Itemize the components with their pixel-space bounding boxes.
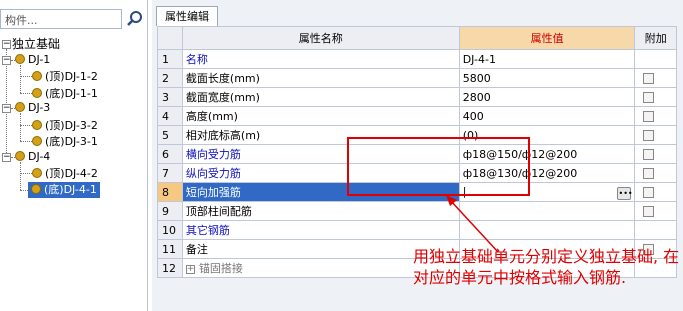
row-number-header (157, 26, 183, 50)
gear-icon (15, 54, 25, 64)
property-name-label: 截面长度(mm) (185, 72, 260, 85)
property-name: 其它钢筋 (181, 220, 460, 240)
append-checkbox[interactable] (643, 149, 655, 160)
property-value[interactable]: DJ-4-1 (458, 49, 636, 69)
property-name-label: 纵向受力筋 (185, 167, 241, 180)
row-number: 2 (157, 68, 183, 88)
gear-icon (32, 168, 42, 178)
tab-property-edit[interactable]: 属性编辑 (156, 6, 218, 26)
table-row[interactable]: 10 其它钢筋 (157, 220, 677, 240)
property-value-text: 2800 (462, 90, 491, 104)
extra-cell (634, 125, 677, 145)
property-value[interactable]: 5800 (458, 68, 636, 88)
extra-cell (634, 68, 677, 88)
tree-item-dj-4-2[interactable]: (顶)DJ-4-2 (32, 166, 98, 182)
property-name-label: 高度(mm) (185, 110, 238, 123)
tree-item-dj-3-2[interactable]: (顶)DJ-3-2 (32, 118, 98, 134)
extra-cell (634, 49, 677, 69)
gear-icon (15, 151, 25, 161)
extra-cell (634, 220, 677, 240)
append-checkbox[interactable] (643, 111, 655, 122)
row-number: 10 (157, 220, 183, 240)
search-input[interactable]: 构件... (0, 9, 122, 29)
row-number: 8 (157, 182, 183, 202)
property-name: 名称 (181, 49, 460, 69)
tree-item-dj-3-1[interactable]: (底)DJ-3-1 (32, 134, 98, 150)
row-number: 1 (157, 49, 183, 69)
append-checkbox[interactable] (643, 130, 655, 141)
gear-icon (32, 71, 42, 81)
gear-icon (31, 184, 41, 194)
property-name: 高度(mm) (181, 106, 460, 126)
property-name-label: 锚固搭接 (198, 262, 243, 275)
extra-cell (634, 144, 677, 164)
row-number: 11 (157, 239, 183, 259)
row-number: 9 (157, 201, 183, 221)
gear-icon (15, 102, 25, 112)
property-name-label: 截面宽度(mm) (185, 91, 260, 104)
row-number: 3 (157, 87, 183, 107)
gear-icon (32, 120, 42, 130)
append-checkbox[interactable] (643, 73, 655, 84)
property-value[interactable]: 400 (458, 106, 636, 126)
property-value[interactable]: 2800 (458, 87, 636, 107)
table-row[interactable]: 9 顶部柱间配筋 (157, 201, 677, 221)
property-name: 截面宽度(mm) (181, 87, 460, 107)
column-header-name: 属性名称 (181, 26, 460, 50)
append-checkbox[interactable] (643, 92, 655, 103)
table-row[interactable]: 2 截面长度(mm) 5800 (157, 68, 677, 88)
property-name-label: 横向受力筋 (185, 148, 241, 161)
table-row[interactable]: 3 截面宽度(mm) 2800 (157, 87, 677, 107)
extra-cell (634, 106, 677, 126)
row-number: 4 (157, 106, 183, 126)
property-name-label: 备注 (185, 243, 208, 256)
property-name: 截面长度(mm) (181, 68, 460, 88)
row-number: 12 (157, 258, 183, 278)
property-value-text: 400 (462, 109, 484, 123)
append-checkbox[interactable] (643, 187, 655, 198)
gear-icon (32, 136, 42, 146)
extra-cell (634, 182, 677, 202)
property-name-label: 其它钢筋 (185, 224, 230, 237)
collapse-icon[interactable]: − (2, 56, 11, 65)
table-row[interactable]: 4 高度(mm) 400 (157, 106, 677, 126)
property-value-text: DJ-4-1 (462, 52, 496, 66)
extra-cell (634, 201, 677, 221)
collapse-icon[interactable]: − (2, 104, 11, 113)
tree-item-dj-4-1-selected[interactable]: (底)DJ-4-1 (28, 182, 100, 198)
search-icon[interactable] (126, 10, 144, 28)
row-number: 5 (157, 125, 183, 145)
column-header-value: 属性值 (458, 26, 636, 50)
ellipsis-button[interactable]: ••• (617, 186, 633, 200)
component-tree-panel: 构件... − 独立基础 − DJ-1 (顶)DJ-1-2 (底)DJ-1-1 … (0, 0, 148, 311)
row-number: 7 (157, 163, 183, 183)
collapse-icon[interactable]: − (2, 40, 11, 49)
property-name-label: 短向加强筋 (185, 186, 241, 199)
annotation-note: 用独立基础单元分别定义独立基础, 在对应的单元中按格式输入钢筋. (413, 247, 680, 287)
tree-root[interactable]: 独立基础 (12, 36, 60, 52)
collapse-icon[interactable]: − (2, 153, 11, 162)
row-number: 6 (157, 144, 183, 164)
property-name-label: 名称 (185, 53, 208, 66)
gear-icon (32, 88, 42, 98)
append-checkbox[interactable] (643, 168, 655, 179)
highlight-box (347, 137, 530, 196)
tree-item-dj-1-2[interactable]: (顶)DJ-1-2 (32, 69, 98, 85)
extra-cell (634, 87, 677, 107)
expand-icon[interactable]: + (185, 264, 195, 274)
property-name-label: 顶部柱间配筋 (185, 205, 252, 218)
property-name-label: 相对底标高(m) (185, 129, 261, 142)
append-checkbox[interactable] (643, 206, 655, 217)
table-row[interactable]: 1 名称 DJ-4-1 (157, 49, 677, 69)
property-value-text: 5800 (462, 71, 491, 85)
property-name: 顶部柱间配筋 (181, 201, 460, 221)
extra-cell (634, 163, 677, 183)
column-header-extra: 附加 (634, 26, 677, 50)
